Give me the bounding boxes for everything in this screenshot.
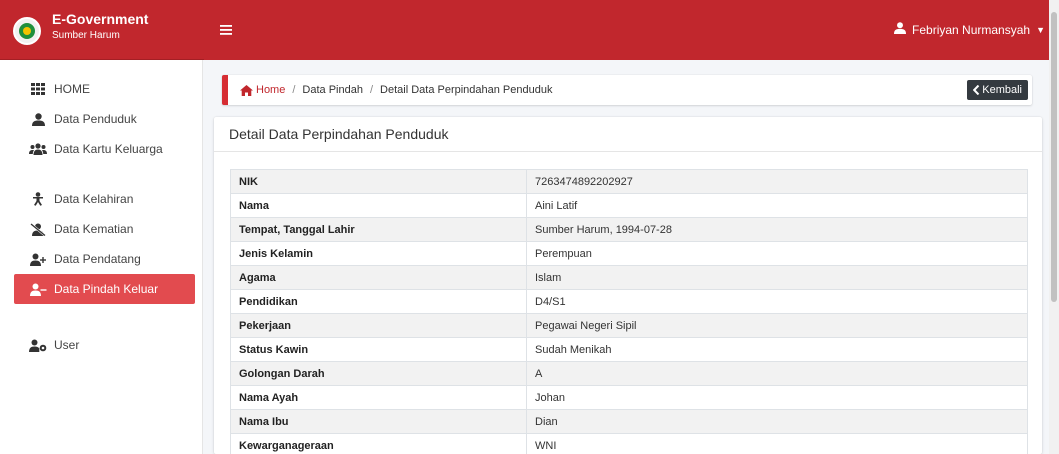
user-icon — [894, 22, 907, 37]
table-row: Agama Islam — [230, 265, 1028, 290]
breadcrumb: Home / Data Pindah / Detail Data Perpind… — [222, 75, 1032, 105]
detail-key: Status Kawin — [230, 337, 527, 362]
caret-down-icon: ▼ — [1036, 24, 1045, 35]
baby-icon — [28, 192, 48, 206]
breadcrumb-current: Detail Data Perpindahan Penduduk — [380, 84, 553, 96]
sidebar-item-label: Data Kematian — [54, 222, 134, 236]
home-icon — [240, 84, 253, 96]
detail-key: Golongan Darah — [230, 361, 527, 386]
sidebar-item-label: Data Kelahiran — [54, 192, 134, 206]
detail-value: A — [526, 361, 1028, 386]
user-minus-icon — [28, 283, 48, 296]
brand-title: E-Government — [52, 11, 149, 27]
table-row: Nama Aini Latif — [230, 193, 1028, 218]
sidebar-item-label: Data Penduduk — [54, 112, 137, 126]
detail-value: Sumber Harum, 1994-07-28 — [526, 217, 1028, 242]
card-title: Detail Data Perpindahan Penduduk — [214, 117, 1042, 152]
breadcrumb-separator: / — [292, 84, 296, 96]
sidebar-item-user[interactable]: User — [14, 330, 195, 360]
detail-key: Pekerjaan — [230, 313, 527, 338]
sidebar-item-data-penduduk[interactable]: Data Penduduk — [14, 104, 195, 134]
table-row: Tempat, Tanggal Lahir Sumber Harum, 1994-… — [230, 217, 1028, 242]
detail-value: Sudah Menikah — [526, 337, 1028, 362]
table-row: Pekerjaan Pegawai Negeri Sipil — [230, 313, 1028, 338]
sidebar-item-label: Data Pindah Keluar — [54, 282, 159, 296]
detail-value: Aini Latif — [526, 193, 1028, 218]
sidebar-item-data-kelahiran[interactable]: Data Kelahiran — [14, 184, 195, 214]
user-cog-icon — [28, 339, 48, 352]
detail-key: Tempat, Tanggal Lahir — [230, 217, 527, 242]
back-button-label: Kembali — [982, 84, 1022, 96]
table-row: NIK 7263474892202927 — [230, 169, 1028, 194]
table-row: Nama Ayah Johan — [230, 385, 1028, 410]
grid-icon — [28, 83, 48, 95]
sidebar-item-data-pendatang[interactable]: Data Pendatang — [14, 244, 195, 274]
sidebar-item-label: User — [54, 338, 80, 352]
scrollbar-thumb[interactable] — [1051, 12, 1057, 302]
breadcrumb-separator: / — [369, 84, 374, 96]
table-row: Golongan Darah A — [230, 361, 1028, 386]
detail-value: Islam — [526, 265, 1028, 290]
table-row: Pendidikan D4/S1 — [230, 289, 1028, 314]
topbar: Febriyan Nurmansyah ▼ — [204, 0, 1059, 60]
detail-value: Pegawai Negeri Sipil — [526, 313, 1028, 338]
user-slash-icon — [28, 222, 48, 236]
table-row: Jenis Kelamin Perempuan — [230, 241, 1028, 266]
breadcrumb-home-link[interactable]: Home — [240, 84, 285, 96]
detail-key: NIK — [230, 169, 527, 194]
sidebar-nav: HOME Data Penduduk Data Kartu Keluarga D… — [14, 74, 195, 360]
table-row: Nama Ibu Dian — [230, 409, 1028, 434]
user-menu[interactable]: Febriyan Nurmansyah ▼ — [894, 22, 1045, 37]
user-plus-icon — [28, 253, 48, 266]
chevron-left-icon — [973, 85, 980, 95]
user-name: Febriyan Nurmansyah — [912, 22, 1031, 37]
sidebar-item-data-kartu-keluarga[interactable]: Data Kartu Keluarga — [14, 134, 195, 164]
users-icon — [28, 143, 48, 155]
detail-key: Jenis Kelamin — [230, 241, 527, 266]
detail-key: Pendidikan — [230, 289, 527, 314]
brand[interactable]: E-Government Sumber Harum — [0, 0, 204, 60]
sidebar: HOME Data Penduduk Data Kartu Keluarga D… — [0, 0, 203, 454]
sidebar-item-data-pindah-keluar[interactable]: Data Pindah Keluar — [14, 274, 195, 304]
detail-value: Johan — [526, 385, 1028, 410]
user-icon — [28, 112, 48, 126]
menu-toggle-icon[interactable] — [220, 22, 232, 39]
detail-value: Perempuan — [526, 241, 1028, 266]
detail-value: WNI — [526, 433, 1028, 454]
brand-subtitle: Sumber Harum — [52, 30, 120, 41]
back-button[interactable]: Kembali — [967, 80, 1028, 100]
detail-key: Kewarganageraan — [230, 433, 527, 454]
table-row: Status Kawin Sudah Menikah — [230, 337, 1028, 362]
detail-key: Agama — [230, 265, 527, 290]
detail-key: Nama — [230, 193, 527, 218]
detail-table: NIK 7263474892202927 Nama Aini Latif Tempat,… — [230, 169, 1028, 454]
sidebar-item-label: HOME — [54, 82, 90, 96]
brand-logo-icon — [13, 17, 41, 45]
detail-key: Nama Ayah — [230, 385, 527, 410]
page-scrollbar[interactable] — [1049, 0, 1059, 454]
sidebar-item-label: Data Kartu Keluarga — [54, 142, 163, 156]
detail-value: Dian — [526, 409, 1028, 434]
detail-value: 7263474892202927 — [526, 169, 1028, 194]
detail-value: D4/S1 — [526, 289, 1028, 314]
breadcrumb-home-label: Home — [256, 84, 286, 96]
breadcrumb-data-pindah[interactable]: Data Pindah — [302, 84, 363, 96]
detail-card: Detail Data Perpindahan Penduduk NIK 7263… — [214, 117, 1042, 454]
sidebar-item-home[interactable]: HOME — [14, 74, 195, 104]
detail-key: Nama Ibu — [230, 409, 527, 434]
sidebar-item-label: Data Pendatang — [54, 252, 141, 266]
sidebar-item-data-kematian[interactable]: Data Kematian — [14, 214, 195, 244]
table-row: Kewarganageraan WNI — [230, 433, 1028, 454]
